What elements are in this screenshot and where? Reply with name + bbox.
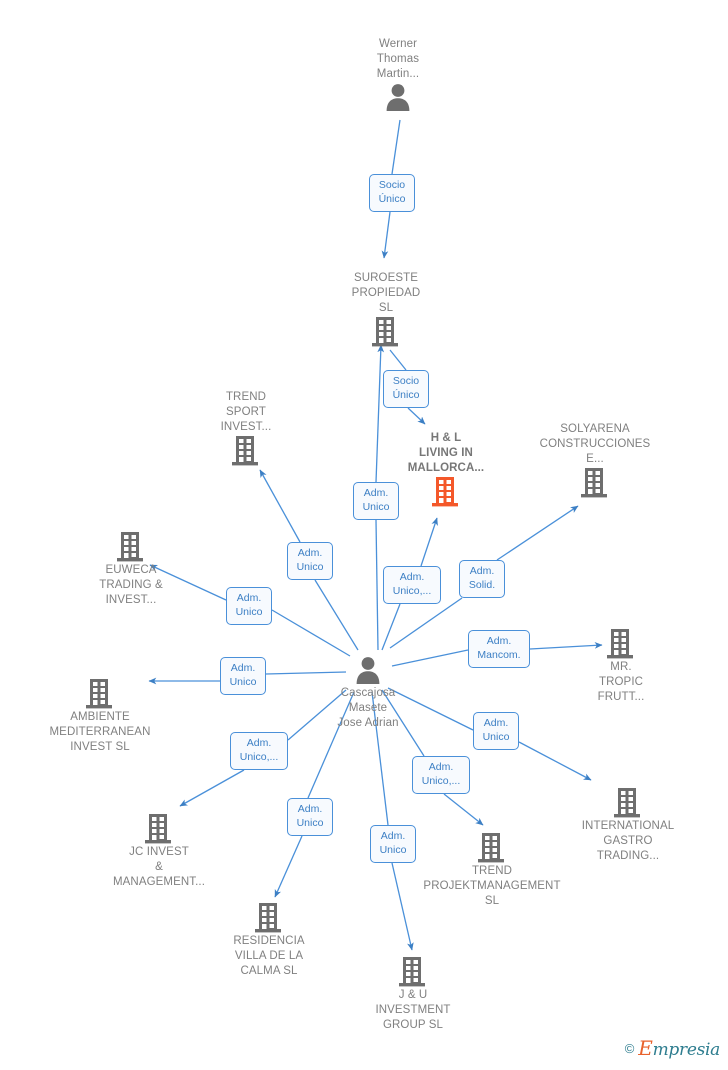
relationship-label[interactable]: Adm. Unico [226, 587, 272, 625]
node-icon-holder[interactable] [343, 956, 483, 988]
node-icon-holder[interactable] [30, 678, 170, 710]
copyright-symbol: © [624, 1040, 635, 1056]
graph-edge [375, 519, 379, 651]
relationship-label[interactable]: Adm. Unico,... [383, 566, 441, 604]
node-icon-holder[interactable] [89, 813, 229, 845]
node-icon-holder[interactable] [199, 902, 339, 934]
building-icon [255, 903, 281, 933]
graph-edge [443, 793, 484, 826]
relationship-label[interactable]: Adm. Mancom. [468, 630, 530, 668]
node-caption: INTERNATIONAL GASTRO TRADING... [581, 820, 675, 862]
person-icon [356, 657, 380, 684]
relationship-label[interactable]: Adm. Unico [287, 798, 333, 836]
graph-edge [271, 609, 351, 657]
empresia-watermark: © Empresia [624, 1036, 721, 1060]
person-icon [386, 84, 410, 111]
graph-edge [274, 835, 303, 898]
building-icon [581, 468, 607, 498]
building-icon [432, 477, 458, 507]
relationship-label[interactable]: Adm. Unico,... [412, 756, 470, 794]
building-icon [86, 679, 112, 709]
node-caption: AMBIENTE MEDITERRANEAN INVEST SL [49, 711, 151, 753]
node-caption: Cascajosa Masete Jose Adrian [337, 687, 399, 729]
graph-edge [259, 469, 301, 543]
graph-node-ambiente[interactable]: AMBIENTE MEDITERRANEAN INVEST SL [30, 678, 170, 755]
building-icon [478, 833, 504, 863]
graph-edge [420, 517, 438, 567]
node-icon-holder[interactable] [298, 655, 438, 685]
brand-rest: mpresia [652, 1040, 721, 1060]
empresia-brand: Empresia [638, 1036, 720, 1060]
node-caption: SUROESTE PROPIEDAD SL [351, 272, 421, 314]
relationship-label[interactable]: Adm. Unico [370, 825, 416, 863]
relationship-label[interactable]: Adm. Unico [473, 712, 519, 750]
graph-edge [391, 862, 414, 951]
building-icon [607, 629, 633, 659]
graph-node-jcinvest[interactable]: JC INVEST & MANAGEMENT... [89, 813, 229, 890]
graph-edge [407, 407, 426, 425]
building-icon [372, 317, 398, 347]
graph-node-cascajosa[interactable]: Cascajosa Masete Jose Adrian [298, 655, 438, 731]
node-caption: J & U INVESTMENT GROUP SL [375, 989, 451, 1031]
node-icon-holder[interactable] [328, 82, 468, 112]
graph-node-residencia[interactable]: RESIDENCIA VILLA DE LA CALMA SL [199, 902, 339, 979]
graph-edge [314, 579, 359, 651]
node-caption: TREND PROJEKTMANAGEMENT SL [423, 865, 561, 907]
node-caption: TREND SPORT INVEST... [220, 391, 272, 433]
node-icon-holder[interactable] [176, 435, 316, 467]
building-icon [399, 957, 425, 987]
node-caption: SOLYARENA CONSTRUCCIONES E... [539, 423, 651, 465]
node-icon-holder[interactable] [316, 316, 456, 348]
node-caption: RESIDENCIA VILLA DE LA CALMA SL [233, 935, 305, 977]
relationship-label[interactable]: Socio Único [383, 370, 429, 408]
graph-node-solyarena[interactable]: SOLYARENA CONSTRUCCIONES E... [525, 422, 665, 499]
building-icon [232, 436, 258, 466]
graph-edge [381, 603, 401, 651]
graph-edge [496, 505, 579, 561]
relationship-label[interactable]: Socio Único [369, 174, 415, 212]
graph-edge [389, 597, 463, 649]
graph-edge [389, 349, 407, 371]
relationship-label[interactable]: Adm. Solid. [459, 560, 505, 598]
relationship-label[interactable]: Adm. Unico [287, 542, 333, 580]
node-icon-holder[interactable] [422, 832, 562, 864]
graph-edge [179, 769, 245, 807]
node-caption: JC INVEST & MANAGEMENT... [112, 846, 206, 888]
relationship-label[interactable]: Adm. Unico [220, 657, 266, 695]
node-icon-holder[interactable] [551, 628, 691, 660]
graph-node-euweca[interactable]: EUWECA TRADING & INVEST... [61, 531, 201, 608]
graph-node-hyl[interactable]: H & L LIVING IN MALLORCA... [376, 431, 516, 508]
node-icon-holder[interactable] [376, 476, 516, 508]
node-icon-holder[interactable] [525, 467, 665, 499]
node-icon-holder[interactable] [61, 531, 201, 563]
relationship-graph: Socio Único Socio Único Adm. Unico Adm. Uni… [0, 0, 728, 1070]
relationship-label[interactable]: Adm. Unico,... [230, 732, 288, 770]
node-caption: H & L LIVING IN MALLORCA... [407, 432, 485, 474]
building-icon [145, 814, 171, 844]
graph-node-jandu[interactable]: J & U INVESTMENT GROUP SL [343, 956, 483, 1033]
building-icon [614, 788, 640, 818]
graph-node-suroeste[interactable]: SUROESTE PROPIEDAD SL [316, 271, 456, 348]
graph-node-trendsport[interactable]: TREND SPORT INVEST... [176, 390, 316, 467]
node-caption: Werner Thomas Martin... [376, 38, 420, 80]
node-caption: MR. TROPIC FRUTT... [597, 661, 645, 703]
graph-node-mrtropic[interactable]: MR. TROPIC FRUTT... [551, 628, 691, 705]
graph-node-werner[interactable]: Werner Thomas Martin... [328, 37, 468, 112]
graph-edge [391, 119, 401, 175]
node-caption: EUWECA TRADING & INVEST... [99, 564, 163, 606]
graph-node-trendprojekt[interactable]: TREND PROJEKTMANAGEMENT SL [422, 832, 562, 909]
graph-edge [381, 211, 391, 259]
node-icon-holder[interactable] [558, 787, 698, 819]
graph-node-intgastro[interactable]: INTERNATIONAL GASTRO TRADING... [558, 787, 698, 864]
building-icon [117, 532, 143, 562]
graph-edge [518, 741, 592, 781]
brand-initial: E [638, 1036, 653, 1060]
